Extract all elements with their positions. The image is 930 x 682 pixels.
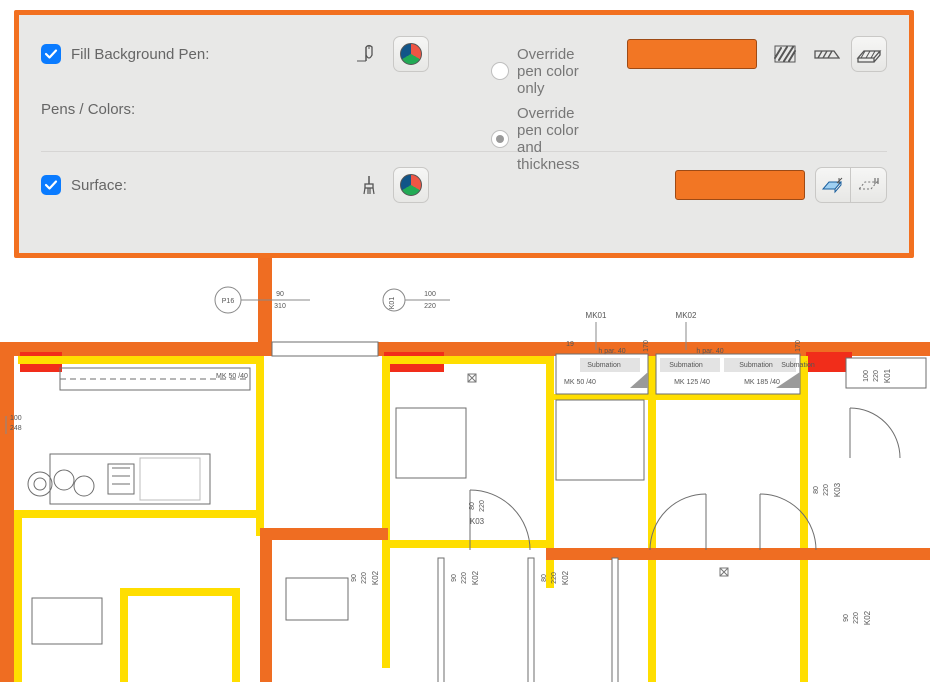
color-wheel-icon bbox=[400, 174, 422, 196]
color-wheel-icon bbox=[400, 43, 422, 65]
plan-label-k02d: K02 bbox=[863, 610, 872, 625]
plan-label-hpar-a: h par. 40 bbox=[598, 348, 625, 355]
plan-label-k02c: K02 bbox=[561, 570, 570, 585]
pen-color-picker-button[interactable] bbox=[393, 36, 429, 72]
pens-colors-label: Pens / Colors: bbox=[41, 101, 135, 118]
plan-label-170a: 170 bbox=[643, 340, 650, 352]
floor-plan-viewport[interactable]: P16 90 310 100 220 K01 MK01 MK02 h par. … bbox=[0, 258, 930, 682]
plan-label-submation-d: Submation bbox=[781, 362, 815, 369]
dim-100c: 100 bbox=[863, 370, 870, 382]
plan-label-k02b: K02 bbox=[471, 570, 480, 585]
surface-color-picker-button[interactable] bbox=[393, 167, 429, 203]
plan-label-mk125: MK 125 /40 bbox=[674, 379, 710, 386]
plan-label-170b: 170 bbox=[795, 340, 802, 352]
plan-label-mk185: MK 185 /40 bbox=[744, 379, 780, 386]
override-color-only-label: Override pen color only bbox=[517, 46, 587, 97]
fill-background-pen-checkbox[interactable] bbox=[41, 44, 61, 64]
override-color-thickness-label: Override pen color and thickness bbox=[517, 105, 587, 173]
dim-220h: 220 bbox=[853, 612, 860, 624]
plan-label-k03b: K03 bbox=[833, 482, 842, 497]
override-color-only-option[interactable]: Override pen color only bbox=[491, 46, 587, 97]
dim-80a: 80 bbox=[469, 502, 476, 510]
plan-label-submation-a: Submation bbox=[587, 362, 621, 369]
plan-label-mk01: MK01 bbox=[586, 311, 607, 320]
dim-310: 310 bbox=[274, 303, 286, 310]
hatch-pattern-3-button[interactable] bbox=[851, 36, 887, 72]
plan-label-mk50b: MK 50 /40 bbox=[564, 379, 596, 386]
pen-override-radio-group: Override pen color only Override pen col… bbox=[491, 46, 587, 173]
plan-label-submation-b: Submation bbox=[669, 362, 703, 369]
pen-weight-icon[interactable] bbox=[351, 36, 387, 72]
plan-label-k03: K03 bbox=[470, 517, 485, 526]
fill-background-color-swatch[interactable] bbox=[627, 39, 757, 69]
plan-label-mk02: MK02 bbox=[676, 311, 697, 320]
plan-label-hpar-b: h par. 40 bbox=[696, 348, 723, 355]
dim-220d: 220 bbox=[873, 370, 880, 382]
plan-label-mk50a: MK 50 /40 bbox=[216, 373, 248, 380]
dim-220b: 220 bbox=[479, 500, 486, 512]
hatch-pattern-2-button[interactable] bbox=[809, 36, 845, 72]
dim-90d: 90 bbox=[843, 614, 850, 622]
plan-label-k01a: K01 bbox=[389, 297, 396, 310]
surface-mode-2-button[interactable] bbox=[851, 167, 887, 203]
plan-label-submation-c: Submation bbox=[739, 362, 773, 369]
dim-220a: 220 bbox=[424, 303, 436, 310]
surface-label: Surface: bbox=[71, 177, 127, 194]
dim-100b: 100 bbox=[10, 415, 22, 422]
surface-mode-1-button[interactable] bbox=[815, 167, 851, 203]
plan-label-k02a: K02 bbox=[371, 570, 380, 585]
dim-90b: 90 bbox=[351, 574, 358, 582]
dim-80c: 80 bbox=[541, 574, 548, 582]
dim-90c: 90 bbox=[451, 574, 458, 582]
radio-icon bbox=[491, 130, 509, 148]
surface-color-swatch[interactable] bbox=[675, 170, 805, 200]
brush-icon[interactable] bbox=[351, 167, 387, 203]
dim-220e: 220 bbox=[361, 572, 368, 584]
dim-220g: 220 bbox=[551, 572, 558, 584]
dim-100a: 100 bbox=[424, 291, 436, 298]
dim-90: 90 bbox=[276, 291, 284, 298]
override-settings-panel: Fill Background Pen: bbox=[14, 10, 914, 258]
surface-checkbox[interactable] bbox=[41, 175, 61, 195]
plan-label-k01b: K01 bbox=[883, 368, 892, 383]
plan-label-p16: P16 bbox=[222, 298, 235, 305]
hatch-pattern-1-button[interactable] bbox=[767, 36, 803, 72]
override-color-thickness-option[interactable]: Override pen color and thickness bbox=[491, 105, 587, 173]
pens-colors-row: Pens / Colors: Override pen color only O… bbox=[41, 77, 887, 141]
dim-80b: 80 bbox=[813, 486, 820, 494]
dim-220c: 220 bbox=[823, 484, 830, 496]
plan-label-19: 19 bbox=[566, 341, 574, 348]
dim-220f: 220 bbox=[461, 572, 468, 584]
dim-248: 248 bbox=[10, 425, 22, 432]
radio-icon bbox=[491, 62, 509, 80]
fill-background-pen-label: Fill Background Pen: bbox=[71, 46, 209, 63]
